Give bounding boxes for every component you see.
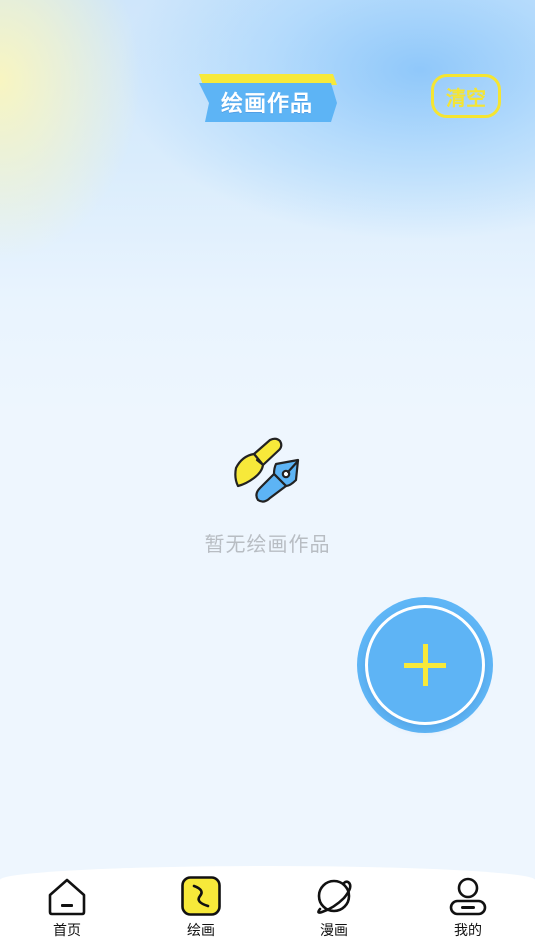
- user-icon: [449, 877, 487, 916]
- tab-home[interactable]: 首页: [27, 874, 107, 944]
- brush-pen-icon: [234, 437, 300, 503]
- tab-label: 我的: [454, 923, 482, 939]
- page-title: 绘画作品: [220, 92, 313, 117]
- home-icon: [48, 878, 86, 916]
- add-drawing-button[interactable]: [357, 597, 493, 733]
- tab-comics[interactable]: 漫画: [294, 874, 374, 944]
- tab-label: 首页: [53, 923, 81, 939]
- clear-button[interactable]: 清空: [431, 74, 501, 118]
- tab-draw[interactable]: 绘画: [161, 874, 241, 944]
- empty-message: 暂无绘画作品: [204, 532, 331, 556]
- planet-icon: [317, 879, 352, 914]
- plus-icon: [404, 644, 446, 686]
- page-title-ribbon: 绘画作品: [197, 73, 337, 123]
- tab-label: 绘画: [187, 923, 215, 939]
- bottom-tabbar: 首页 绘画 漫画 我的: [0, 866, 535, 951]
- tab-mine[interactable]: 我的: [428, 874, 508, 944]
- tab-label: 漫画: [320, 923, 348, 939]
- draw-icon: [181, 876, 221, 916]
